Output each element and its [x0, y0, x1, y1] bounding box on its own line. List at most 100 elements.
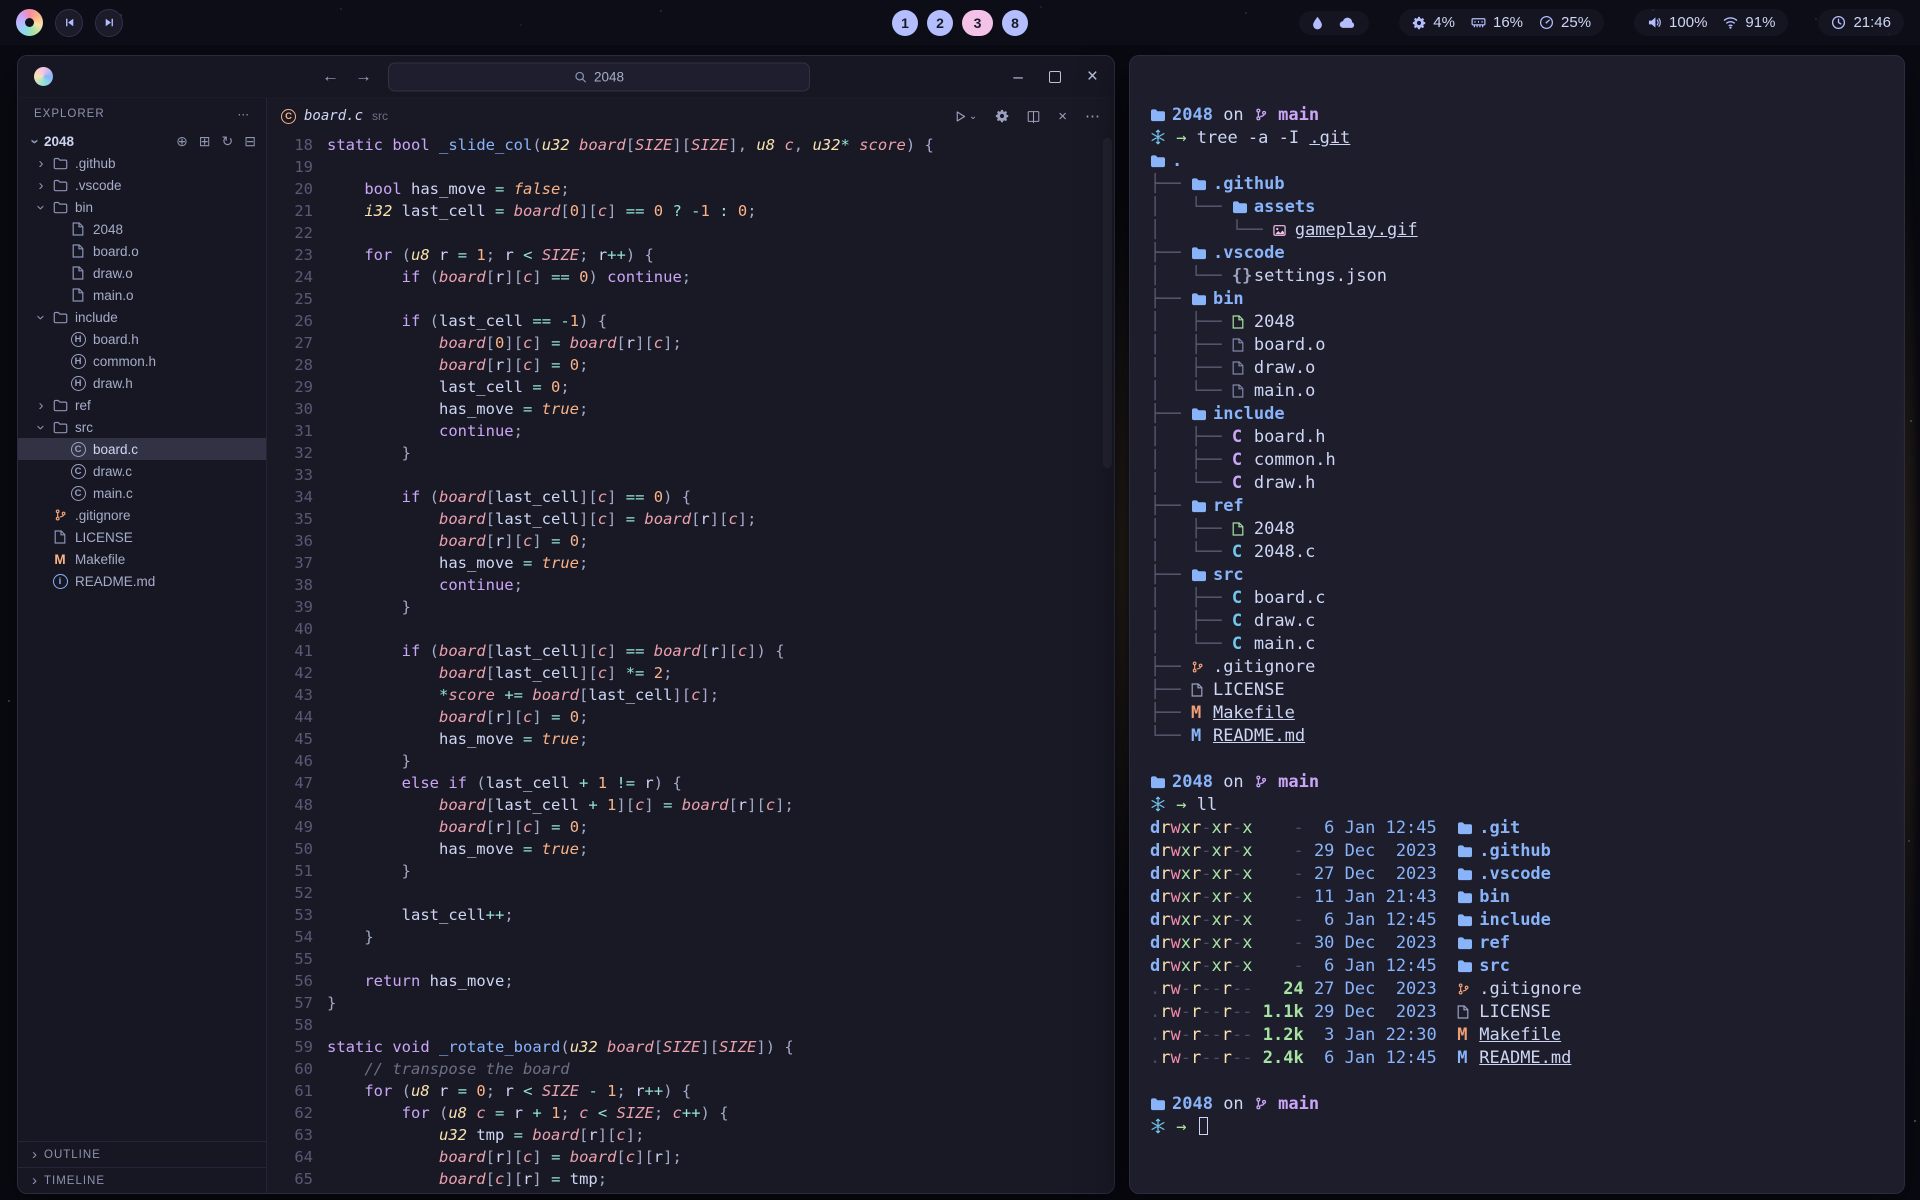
git-branch: main	[1254, 105, 1319, 125]
code-line: bool has_move = false;	[327, 178, 1114, 200]
line-numbers: 1819202122232425262728293031323334353637…	[267, 134, 313, 1193]
clock-module[interactable]: 21:46	[1818, 9, 1904, 36]
code-line	[327, 222, 1114, 244]
code-content: static bool _slide_col(u32 board[SIZE][S…	[327, 134, 1114, 1193]
tree-line: │ ├── Cboard.c	[1150, 587, 1886, 610]
json-file-icon: {}	[1232, 265, 1254, 288]
folder-icon	[1191, 173, 1213, 196]
file-icon	[68, 222, 88, 236]
explorer-item-.vscode[interactable]: ›.vscode	[18, 174, 266, 196]
clock-icon	[1831, 15, 1846, 30]
tree-line: │ ├── 2048	[1150, 311, 1886, 334]
code-line: board[r][c] = 0;	[327, 354, 1114, 376]
tab-filename[interactable]: board.c	[304, 108, 363, 124]
code-line	[327, 156, 1114, 178]
wifi-stat[interactable]: 91%	[1723, 14, 1775, 31]
folder-icon	[1457, 955, 1479, 978]
editor-scrollbar[interactable]	[1103, 138, 1112, 468]
explorer-item-board.c[interactable]: Cboard.c	[18, 438, 266, 460]
skip-previous-icon	[64, 17, 75, 28]
audio-network-module[interactable]: 100% 91%	[1634, 9, 1788, 36]
explorer-item-src[interactable]: ›src	[18, 416, 266, 438]
explorer-item-main.o[interactable]: main.o	[18, 284, 266, 306]
explorer-item-board.o[interactable]: board.o	[18, 240, 266, 262]
nav-forward-icon[interactable]: →	[355, 67, 372, 87]
explorer-item-README.md[interactable]: iREADME.md	[18, 570, 266, 592]
explorer-item-.gitignore[interactable]: .gitignore	[18, 504, 266, 526]
new-folder-icon[interactable]: ⊞	[199, 133, 211, 150]
run-button[interactable]: ⌄	[954, 110, 977, 123]
close-button[interactable]: ×	[1087, 66, 1098, 88]
explorer-item-common.h[interactable]: Hcommon.h	[18, 350, 266, 372]
explorer-item-LICENSE[interactable]: LICENSE	[18, 526, 266, 548]
timeline-panel-header[interactable]: › TIMELINE	[18, 1167, 266, 1193]
folder-icon	[50, 179, 70, 192]
more-actions-icon[interactable]: ⋯	[1085, 107, 1100, 125]
refresh-icon[interactable]: ↻	[222, 133, 234, 150]
split-editor-icon[interactable]	[1027, 110, 1040, 123]
explorer-item-.github[interactable]: ›.github	[18, 152, 266, 174]
explorer-item-ref[interactable]: ›ref	[18, 394, 266, 416]
tree-line: │ └── main.o	[1150, 380, 1886, 403]
workspace-1[interactable]: 1	[892, 10, 918, 36]
snowflake-icon	[1150, 1117, 1166, 1137]
workspace-8[interactable]: 8	[1002, 10, 1028, 36]
tree-line: │ └── Cmain.c	[1150, 633, 1886, 656]
media-next-button[interactable]	[95, 9, 123, 37]
new-file-icon[interactable]: ⊕	[176, 133, 188, 150]
license-file-icon	[1457, 1001, 1479, 1024]
folder-icon	[1150, 150, 1172, 173]
terminal-window[interactable]: 2048 on main → tree -a -I .git.├── .gith…	[1129, 55, 1905, 1194]
code-line: }	[327, 926, 1114, 948]
media-prev-button[interactable]	[55, 9, 83, 37]
command-line: → ll	[1150, 794, 1886, 817]
gear-icon[interactable]	[995, 109, 1009, 123]
launcher-logo-icon[interactable]	[16, 9, 43, 36]
code-editor[interactable]: 1819202122232425262728293031323334353637…	[267, 134, 1114, 1193]
cpu-value: 4%	[1433, 14, 1455, 31]
explorer-root-folder[interactable]: › 2048 ⊕ ⊞ ↻ ⊟	[18, 130, 266, 152]
code-line: board[c][r] = tmp;	[327, 1168, 1114, 1190]
explorer-item-bin[interactable]: ›bin	[18, 196, 266, 218]
code-line: if (board[last_cell][c] == board[r][c]) …	[327, 640, 1114, 662]
explorer-item-draw.h[interactable]: Hdraw.h	[18, 372, 266, 394]
vscode-titlebar[interactable]: ← → 2048 – ×	[18, 56, 1114, 98]
collapse-all-icon[interactable]: ⊟	[244, 133, 256, 150]
code-line: board[0][c] = board[r][c];	[327, 332, 1114, 354]
code-line: if (last_cell == -1) {	[327, 310, 1114, 332]
explorer-item-include[interactable]: ›include	[18, 306, 266, 328]
branch-icon	[1254, 1094, 1268, 1114]
workspace-3-active[interactable]: 3	[962, 10, 993, 36]
explorer-item-2048[interactable]: 2048	[18, 218, 266, 240]
maximize-button[interactable]	[1049, 71, 1061, 83]
speaker-icon	[1647, 16, 1662, 29]
code-line: i32 last_cell = board[0][c] == 0 ? -1 : …	[327, 200, 1114, 222]
close-tab-icon[interactable]: ×	[1058, 108, 1067, 125]
workspace-2[interactable]: 2	[927, 10, 953, 36]
code-line: has_move = true;	[327, 838, 1114, 860]
chevron-down-icon: ›	[27, 132, 44, 150]
command-center-search[interactable]: 2048	[388, 62, 810, 91]
folder-icon	[50, 157, 70, 170]
outline-panel-header[interactable]: › OUTLINE	[18, 1141, 266, 1167]
object-file-icon	[1232, 334, 1254, 357]
volume-stat[interactable]: 100%	[1647, 14, 1707, 31]
weather-module[interactable]	[1299, 11, 1369, 35]
nav-back-icon[interactable]: ←	[322, 67, 339, 87]
explorer-item-draw.o[interactable]: draw.o	[18, 262, 266, 284]
explorer-item-Makefile[interactable]: MMakefile	[18, 548, 266, 570]
tree-line: ├── include	[1150, 403, 1886, 426]
explorer-more-icon[interactable]: ⋯	[238, 107, 251, 121]
explorer-item-main.c[interactable]: Cmain.c	[18, 482, 266, 504]
explorer-item-draw.c[interactable]: Cdraw.c	[18, 460, 266, 482]
folder-icon	[1150, 771, 1172, 794]
search-value: 2048	[594, 69, 624, 84]
code-line: if (board[last_cell][c] == 0) {	[327, 486, 1114, 508]
file-icon	[50, 530, 70, 544]
clock-value: 21:46	[1853, 14, 1891, 31]
minimize-button[interactable]: –	[1013, 67, 1022, 87]
folder-icon	[1191, 242, 1213, 265]
h-file-icon: H	[71, 354, 86, 369]
folder-icon	[1191, 564, 1213, 587]
explorer-item-board.h[interactable]: Hboard.h	[18, 328, 266, 350]
